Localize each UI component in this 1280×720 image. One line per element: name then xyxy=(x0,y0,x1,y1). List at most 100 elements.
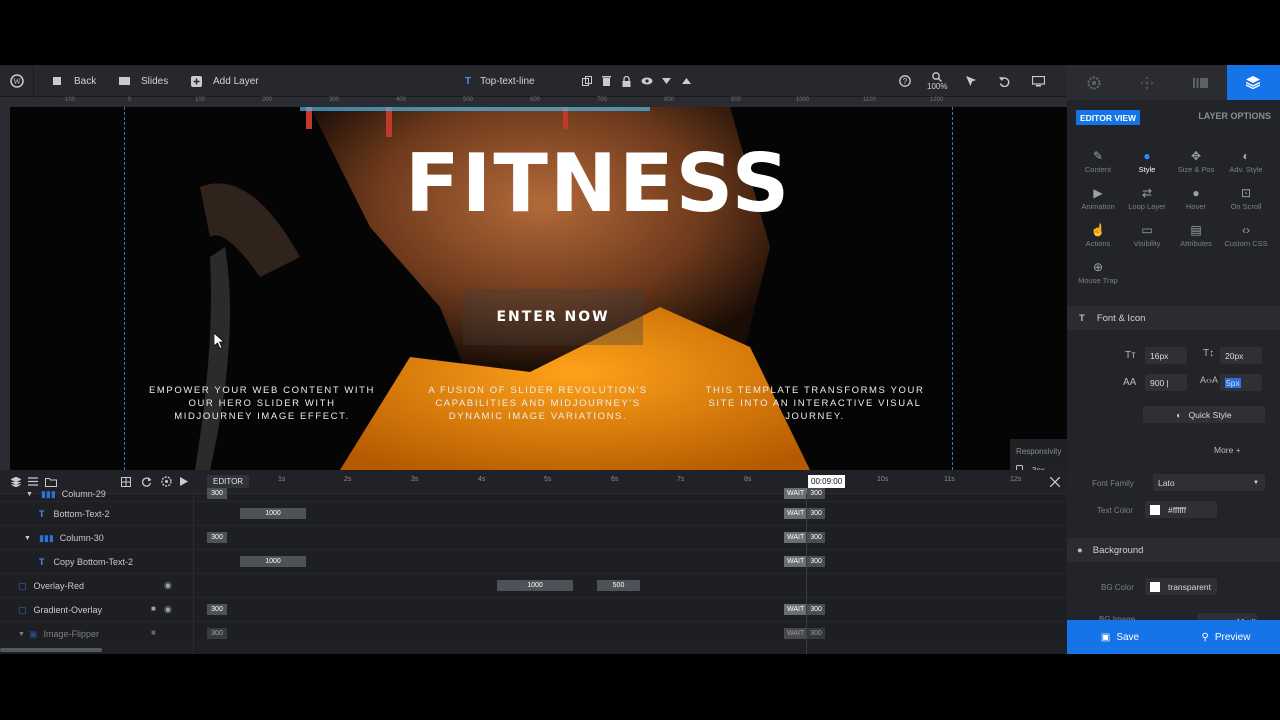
background-section[interactable]: ● Background xyxy=(1067,538,1280,562)
monitor-icon: ▭ xyxy=(1141,223,1153,237)
letter-spacing-input[interactable]: 5px xyxy=(1220,374,1262,391)
option-custom-css[interactable]: ‹› Custom CSS xyxy=(1221,223,1271,248)
layer-selector[interactable]: T Top-text-line xyxy=(465,65,535,97)
wait-label: WAIT xyxy=(784,604,808,615)
timeline-row[interactable]: ▢ Gradient-Overlay ■ ◉ 300 WAIT 300 xyxy=(0,598,1067,622)
row-label: ▼ ▣ Image-Flipper xyxy=(18,622,99,646)
timeline-bar[interactable]: 1000 xyxy=(497,580,573,591)
slides-button[interactable]: Slides xyxy=(119,65,168,97)
font-weight-select[interactable]: 900 | xyxy=(1145,374,1187,391)
timeline-bar[interactable]: 300 xyxy=(207,488,227,499)
eye-icon[interactable] xyxy=(641,65,653,97)
fitness-title[interactable]: FITNESS xyxy=(405,137,791,230)
wait-block[interactable]: WAIT 300 xyxy=(784,488,825,499)
zoom-icon xyxy=(932,71,943,82)
horizontal-scrollbar[interactable] xyxy=(0,648,102,652)
bottom-text-2[interactable]: A FUSION OF SLIDER REVOLUTION'S CAPABILI… xyxy=(423,384,653,423)
visibility-icon[interactable]: ◉ xyxy=(164,580,172,591)
tab-settings[interactable] xyxy=(1067,65,1120,100)
lock-icon[interactable] xyxy=(622,65,631,97)
bg-color-picker[interactable]: transparent xyxy=(1145,578,1217,595)
bottom-text-3[interactable]: THIS TEMPLATE TRANSFORMS YOUR SITE INTO … xyxy=(700,384,930,423)
ruler-label: 1100 xyxy=(863,97,876,103)
back-button[interactable]: Back xyxy=(52,65,96,97)
bg-color-value: transparent xyxy=(1168,581,1211,592)
undo-icon[interactable] xyxy=(999,65,1010,97)
enter-now-button[interactable]: ENTER NOW xyxy=(463,289,643,345)
wordpress-icon[interactable]: W xyxy=(0,65,34,97)
option-label: Custom CSS xyxy=(1224,239,1268,248)
option-on-scroll[interactable]: ⊡ On Scroll xyxy=(1221,186,1271,211)
timeline-row[interactable]: ▢ Overlay-Red ◉ 1000 500 xyxy=(0,574,1067,598)
bottom-text-1[interactable]: EMPOWER YOUR WEB CONTENT WITH OUR HERO S… xyxy=(147,384,377,423)
font-size-input[interactable]: 16px xyxy=(1145,347,1187,364)
option-attributes[interactable]: ▤ Attributes xyxy=(1171,223,1221,248)
timeline-bar[interactable]: 300 xyxy=(207,532,227,543)
option-mouse-trap[interactable]: ⊕ Mouse Trap xyxy=(1073,260,1123,285)
timeline-row[interactable]: ▼ ▣ Image-Flipper ■ 300 WAIT 300 xyxy=(0,622,1067,646)
timeline-divider xyxy=(193,494,194,654)
option-label: Attributes xyxy=(1180,239,1212,248)
option-hover[interactable]: ● Hover xyxy=(1171,186,1221,211)
wait-block[interactable]: WAIT 300 xyxy=(784,532,825,543)
tab-layers[interactable] xyxy=(1226,65,1280,100)
help-icon[interactable]: ? xyxy=(899,65,911,97)
add-layer-label: Add Layer xyxy=(213,75,259,87)
wait-label: WAIT xyxy=(784,628,808,639)
visibility-icon[interactable]: ◉ xyxy=(164,604,172,615)
row-label: ▢ Gradient-Overlay xyxy=(18,598,102,622)
text-color-picker[interactable]: #ffffff xyxy=(1145,501,1217,518)
option-visibility[interactable]: ▭ Visibility xyxy=(1122,223,1172,248)
code-icon: ‹› xyxy=(1242,223,1250,237)
caret-up-icon[interactable] xyxy=(682,65,691,97)
lock-icon[interactable]: ■ xyxy=(151,628,156,637)
timeline-bar[interactable]: 500 xyxy=(597,580,640,591)
font-icon-section[interactable]: T Font & Icon xyxy=(1067,306,1280,330)
tab-slides-list[interactable] xyxy=(1174,65,1227,100)
back-label: Back xyxy=(74,75,97,87)
quick-style-button[interactable]: ◐ Quick Style xyxy=(1143,406,1265,423)
wait-block[interactable]: WAIT 300 xyxy=(784,556,825,567)
add-layer-button[interactable]: Add Layer xyxy=(191,65,259,97)
timeline-row[interactable]: T Copy Bottom-Text-2 1000 WAIT 300 xyxy=(0,550,1067,574)
wait-block[interactable]: WAIT 300 xyxy=(784,628,825,639)
caret-down-icon[interactable] xyxy=(662,65,671,97)
option-loop-layer[interactable]: ⇄ Loop Layer xyxy=(1122,186,1172,211)
lock-icon[interactable]: ■ xyxy=(151,604,156,613)
contrast-icon: ◐ xyxy=(1176,409,1182,420)
editor-view-badge[interactable]: EDITOR VIEW xyxy=(1076,110,1141,125)
line-height-input[interactable]: 20px xyxy=(1220,347,1262,364)
font-family-select[interactable]: Lato ▼ xyxy=(1153,474,1265,491)
horizontal-ruler: -100 0 100 200 300 400 500 600 700 800 9… xyxy=(0,97,1067,107)
save-button[interactable]: ▣ Save xyxy=(1067,620,1173,654)
wait-block[interactable]: WAIT 300 xyxy=(784,508,825,519)
trash-icon[interactable] xyxy=(602,65,611,97)
option-content[interactable]: ✎ Content xyxy=(1073,149,1123,174)
row-label: T Copy Bottom-Text-2 xyxy=(39,550,133,574)
zoom-control[interactable]: 100% xyxy=(927,65,947,97)
pointer-icon[interactable] xyxy=(966,65,976,97)
more-toggle[interactable]: More + xyxy=(1214,445,1241,455)
option-adv-style[interactable]: ◐ Adv. Style xyxy=(1221,149,1271,174)
list-icon[interactable] xyxy=(28,477,38,486)
timeline-row[interactable]: ▼ ▮▮▮ Column-30 300 WAIT 300 xyxy=(0,526,1067,550)
timeline-bar[interactable]: 300 xyxy=(207,628,227,639)
timeline-row[interactable]: T Bottom-Text-2 1000 WAIT 300 xyxy=(0,502,1067,526)
tab-navigation[interactable] xyxy=(1120,65,1173,100)
option-actions[interactable]: ☝ Actions xyxy=(1073,223,1123,248)
desktop-view-icon[interactable] xyxy=(1032,65,1045,97)
timeline-bar[interactable]: 1000 xyxy=(240,508,306,519)
timeline-bar[interactable]: 300 xyxy=(207,604,227,615)
option-size-pos[interactable]: ✥ Size & Pos xyxy=(1171,149,1221,174)
timeline-bar[interactable]: 1000 xyxy=(240,556,306,567)
option-style[interactable]: ● Style xyxy=(1122,149,1172,174)
wait-block[interactable]: WAIT 300 xyxy=(784,604,825,615)
play-icon[interactable] xyxy=(180,477,188,486)
timeline-row[interactable]: ▼ ▮▮▮ Column-29 300 WAIT 300 xyxy=(0,486,1067,502)
duplicate-icon[interactable] xyxy=(582,65,592,97)
text-icon: T xyxy=(1079,312,1085,324)
slide-canvas[interactable]: FITNESS ENTER NOW EMPOWER YOUR WEB CONTE… xyxy=(10,107,1067,470)
preview-label: Preview xyxy=(1214,631,1251,643)
option-animation[interactable]: ▶ Animation xyxy=(1073,186,1123,211)
preview-button[interactable]: ⚲ Preview xyxy=(1173,620,1279,654)
